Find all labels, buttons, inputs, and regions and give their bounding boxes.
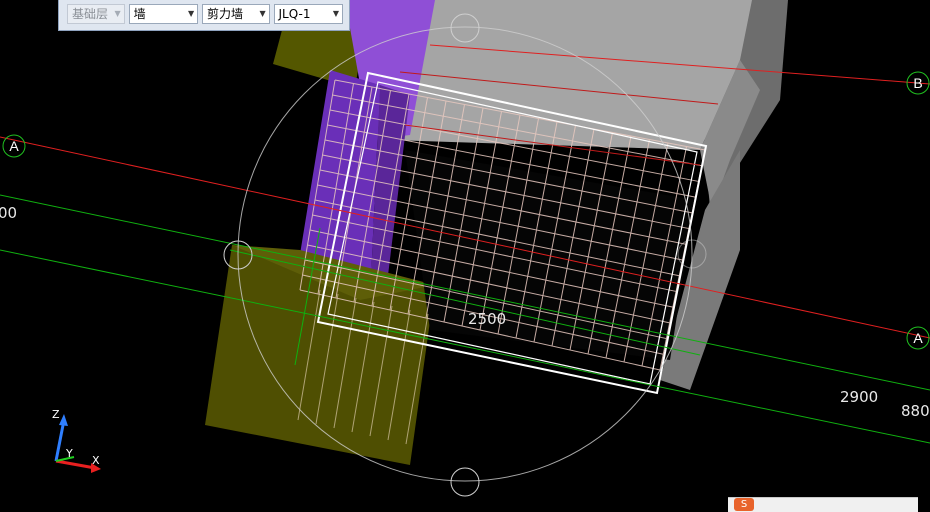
floor-select-value: 基础层	[72, 7, 109, 21]
element-select[interactable]: JLQ-1 ▼	[273, 4, 343, 24]
slab-top-face	[390, 0, 752, 150]
axis-label-right-A: A	[913, 330, 923, 346]
chevron-down-icon: ▼	[114, 9, 121, 18]
type-select[interactable]: 剪力墙 ▼	[202, 4, 270, 24]
gizmo-label-z: Z	[52, 408, 60, 421]
chevron-down-icon: ▼	[187, 9, 195, 18]
dimension-right-2: 880	[901, 402, 930, 420]
chevron-down-icon: ▼	[332, 9, 340, 18]
dimension-center: 2500	[468, 310, 506, 328]
axis-label-left-A: A	[9, 138, 19, 154]
dimension-left-partial: 00	[0, 204, 17, 222]
floor-select[interactable]: 基础层 ▼	[67, 4, 125, 24]
category-select-value: 墙	[133, 7, 146, 21]
ime-logo-icon[interactable]: S	[734, 498, 754, 511]
gizmo-label-x: X	[92, 454, 100, 467]
chevron-down-icon: ▼	[259, 9, 266, 18]
type-select-value: 剪力墙	[207, 7, 244, 21]
cad-3d-viewport[interactable]: A A B 00 2500 2900 880 Z X Y	[0, 0, 930, 511]
ime-taskbar	[728, 497, 918, 512]
dimension-right-1: 2900	[840, 388, 878, 406]
element-select-value: JLQ-1	[278, 7, 311, 21]
gizmo-label-y: Y	[65, 447, 73, 460]
axis-label-right-B: B	[913, 75, 922, 91]
element-toolbar: 基础层 ▼ 墙 ▼ 剪力墙 ▼ JLQ-1 ▼	[58, 0, 350, 31]
category-select[interactable]: 墙 ▼	[128, 4, 199, 24]
